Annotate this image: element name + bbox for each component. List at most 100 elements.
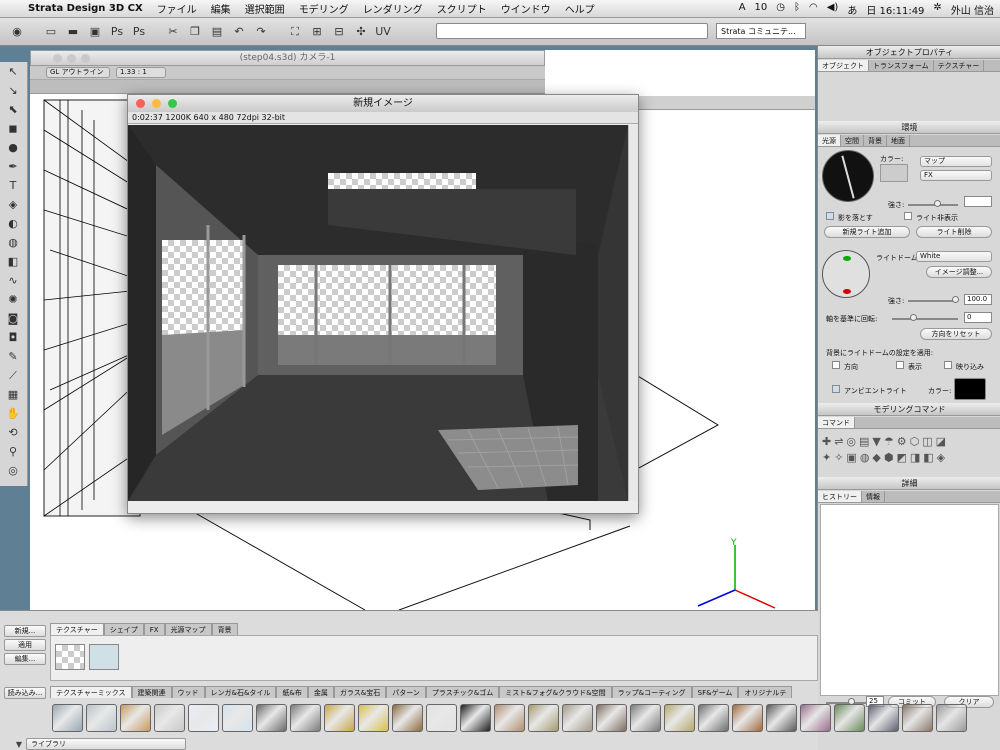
- sphere-icon[interactable]: ●: [0, 138, 26, 157]
- delete-light-button[interactable]: ライト削除: [916, 226, 992, 238]
- photoshop-export-icon[interactable]: Ps: [108, 23, 126, 41]
- texture-swatch[interactable]: [766, 704, 797, 732]
- library-tab-wrap[interactable]: ラップ&コーティング: [611, 686, 692, 698]
- community-dropdown[interactable]: Strata コミュニテ...: [716, 23, 806, 39]
- texture-swatch[interactable]: [494, 704, 525, 732]
- library-tab-pattern[interactable]: パターン: [386, 686, 426, 698]
- menu-script[interactable]: スクリプト: [437, 1, 487, 16]
- menu-edit[interactable]: 編集: [211, 1, 231, 16]
- user-menu[interactable]: 外山 信治: [951, 2, 994, 17]
- undo-icon[interactable]: ↶: [230, 23, 248, 41]
- tab-history[interactable]: ヒストリー: [818, 491, 862, 502]
- paste-icon[interactable]: ▤: [208, 23, 226, 41]
- render-scrollbar[interactable]: [628, 125, 638, 501]
- library-tab-brick[interactable]: レンガ&石&タイル: [204, 686, 277, 698]
- texture-swatch[interactable]: [52, 704, 83, 732]
- lathe-icon[interactable]: ◐: [0, 214, 26, 233]
- new-file-icon[interactable]: ▭: [42, 23, 60, 41]
- rotate-slider[interactable]: [892, 318, 958, 320]
- library-tab-paper-cloth[interactable]: 紙&布: [276, 686, 308, 698]
- select-arrow-icon[interactable]: ↖: [0, 62, 26, 81]
- texture-swatch[interactable]: [120, 704, 151, 732]
- render-window-titlebar[interactable]: 新規イメージ: [128, 95, 638, 112]
- input-method-icon[interactable]: あ: [847, 2, 857, 17]
- load-resource-button[interactable]: 読み込み...: [4, 687, 46, 699]
- scene-resources-list[interactable]: [50, 635, 818, 681]
- cube-icon[interactable]: ◼: [0, 119, 26, 138]
- light-color-swatch[interactable]: [880, 164, 908, 182]
- cut-icon[interactable]: ✂: [164, 23, 182, 41]
- render-window[interactable]: 新規イメージ 0:02:37 1200K 640 x 480 72dpi 32-…: [127, 94, 639, 514]
- library-tab-mist[interactable]: ミスト&フォグ&クラウド&空間: [499, 686, 612, 698]
- texture-swatch[interactable]: [630, 704, 661, 732]
- library-tab-texture-mix[interactable]: テクスチャーミックス: [50, 686, 132, 698]
- rotate-view-icon[interactable]: ⟲: [0, 423, 26, 442]
- wifi-icon[interactable]: ◠: [809, 2, 818, 17]
- tab-shapes[interactable]: シェイプ: [103, 623, 144, 635]
- menu-modeling[interactable]: モデリング: [299, 1, 349, 16]
- library-tab-architecture[interactable]: 建築関連: [131, 686, 172, 698]
- texture-swatch[interactable]: [834, 704, 865, 732]
- edit-resource-button[interactable]: 編集...: [4, 653, 46, 665]
- tab-texture[interactable]: テクスチャー: [934, 60, 985, 71]
- toolbar-search-field[interactable]: [436, 23, 708, 39]
- rotate-field[interactable]: 0: [964, 312, 992, 323]
- tab-space[interactable]: 空間: [841, 135, 864, 146]
- menu-window[interactable]: ウインドウ: [501, 1, 551, 16]
- menu-file[interactable]: ファイル: [157, 1, 197, 16]
- pen-icon[interactable]: ✒: [0, 157, 26, 176]
- strength-slider-knob[interactable]: [934, 200, 941, 207]
- light-dome-dial[interactable]: [822, 250, 870, 298]
- library-toggle-icon[interactable]: ▼: [14, 739, 24, 749]
- photoshop-import-icon[interactable]: Ps: [130, 23, 148, 41]
- render-view-icon[interactable]: ◎: [0, 461, 26, 480]
- boolean-icon[interactable]: ◧: [0, 252, 26, 271]
- strength2-field[interactable]: 100.0: [964, 294, 992, 305]
- light-direction-dial[interactable]: [822, 150, 874, 202]
- time-machine-icon[interactable]: ◷: [776, 2, 785, 17]
- tab-commands[interactable]: コマンド: [818, 417, 855, 428]
- texture-swatch[interactable]: [460, 704, 491, 732]
- resource-thumb[interactable]: [55, 644, 85, 670]
- texture-swatch[interactable]: [426, 704, 457, 732]
- texture-swatch[interactable]: [562, 704, 593, 732]
- menu-selection[interactable]: 選択範囲: [245, 1, 285, 16]
- close-icon[interactable]: [136, 99, 145, 108]
- library-tab-wood[interactable]: ウッド: [171, 686, 205, 698]
- group-icon[interactable]: ⛶: [286, 23, 304, 41]
- texture-swatch[interactable]: [392, 704, 423, 732]
- light-icon[interactable]: ✺: [0, 290, 26, 309]
- menu-rendering[interactable]: レンダリング: [363, 1, 423, 16]
- hand-icon[interactable]: ✋: [0, 404, 26, 423]
- texture-swatch[interactable]: [732, 704, 763, 732]
- path-icon[interactable]: ∿: [0, 271, 26, 290]
- skin-icon[interactable]: ◍: [0, 233, 26, 252]
- ambient-light-checkbox[interactable]: [832, 385, 840, 393]
- texture-swatch[interactable]: [800, 704, 831, 732]
- texture-swatch[interactable]: [358, 704, 389, 732]
- measure-icon[interactable]: ⟋: [0, 366, 26, 385]
- tab-backgrounds[interactable]: 背景: [211, 623, 238, 635]
- modeling-command-icons[interactable]: ✚⇌◎▤▼☂⚙⬡◫◪ ✦✧▣◍◆⬢◩◨◧◈: [822, 434, 1000, 470]
- subselect-icon[interactable]: ↘: [0, 81, 26, 100]
- view-mode-dropdown[interactable]: GL アウトライン: [46, 67, 110, 78]
- extrude-icon[interactable]: ◈: [0, 195, 26, 214]
- volume-icon[interactable]: ◀): [827, 2, 839, 17]
- texture-swatch[interactable]: [290, 704, 321, 732]
- cast-shadow-checkbox[interactable]: [826, 212, 834, 220]
- strength2-slider[interactable]: [908, 300, 958, 302]
- tab-transform[interactable]: トランスフォーム: [869, 60, 934, 71]
- clock[interactable]: 日 16:11:49: [866, 2, 924, 17]
- grid-icon[interactable]: ▦: [0, 385, 26, 404]
- new-resource-button[interactable]: 新規...: [4, 625, 46, 637]
- apply-resource-button[interactable]: 適用: [4, 639, 46, 651]
- tab-fx[interactable]: FX: [143, 623, 165, 635]
- tab-background[interactable]: 背景: [864, 135, 887, 146]
- texture-swatch[interactable]: [86, 704, 117, 732]
- texture-swatch[interactable]: [902, 704, 933, 732]
- library-tab-sf-game[interactable]: SF&ゲーム: [691, 686, 739, 698]
- ungroup-icon[interactable]: ⊞: [308, 23, 326, 41]
- library-dropdown[interactable]: ライブラリ: [26, 738, 186, 750]
- image-adjust-button[interactable]: イメージ調整...: [926, 266, 992, 278]
- hide-light-checkbox[interactable]: [904, 212, 912, 220]
